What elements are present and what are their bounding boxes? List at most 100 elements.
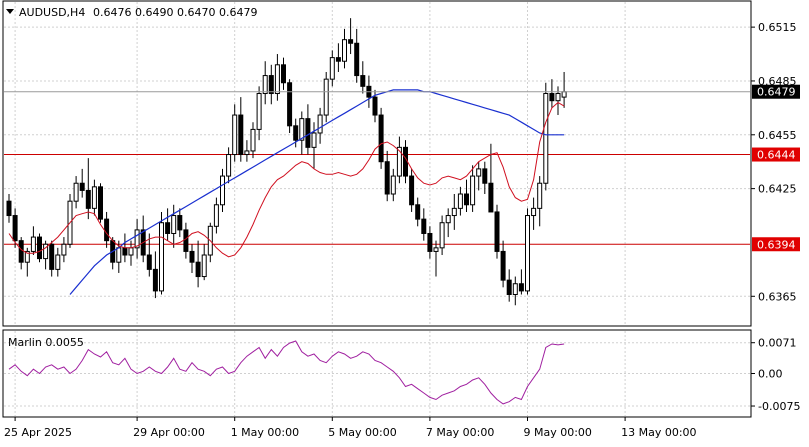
price-tick-label: 0.6425	[758, 183, 797, 196]
bear-candle-body	[378, 114, 384, 163]
candle	[525, 208, 530, 295]
candle	[287, 79, 293, 133]
candle	[378, 107, 384, 169]
ohlc-values: 0.6476 0.6490 0.6470 0.6479	[93, 6, 257, 19]
bear-candle-body	[549, 93, 555, 102]
bull-candle-body	[433, 247, 439, 252]
bull-candle-body	[226, 154, 232, 177]
bear-candle-body	[189, 250, 195, 263]
bear-candle-body	[122, 247, 128, 256]
time-tick-label: 7 May 00:00	[426, 426, 494, 439]
bear-candle-body	[152, 268, 158, 292]
bull-candle-body	[457, 193, 463, 209]
bear-candle-body	[335, 57, 341, 62]
bear-candle-body	[488, 182, 494, 213]
bear-candle-body	[287, 82, 293, 127]
chart-background	[0, 0, 809, 443]
bull-candle-body	[470, 175, 476, 206]
bull-candle-body	[561, 91, 567, 98]
bull-candle-body	[55, 254, 61, 270]
level-price-label: 0.6444	[757, 149, 796, 162]
level-price-label: 0.6394	[757, 238, 796, 251]
bull-candle-body	[232, 114, 238, 156]
bear-candle-body	[305, 118, 311, 148]
bear-candle-body	[165, 222, 171, 234]
bear-candle-body	[464, 193, 469, 206]
bear-candle-body	[348, 39, 354, 44]
bear-candle-body	[384, 161, 390, 195]
bull-candle-body	[91, 186, 97, 209]
bull-candle-body	[537, 182, 543, 209]
bull-candle-body	[116, 247, 122, 263]
chart-canvas: 0.64440.6394 0.65150.64850.64550.64250.6…	[0, 0, 809, 443]
bull-candle-body	[476, 168, 482, 177]
indicator-tick-label: 0.00	[758, 368, 783, 381]
bear-candle-body	[146, 254, 152, 270]
bear-candle-body	[409, 175, 415, 206]
bear-candle-body	[421, 218, 427, 234]
symbol-label: AUDUSD,H4	[19, 6, 85, 19]
bull-candle-body	[531, 207, 537, 217]
current-price-label: 0.6479	[757, 86, 796, 99]
bull-candle-body	[445, 215, 451, 224]
bear-candle-body	[268, 75, 274, 95]
bull-candle-body	[201, 254, 207, 278]
bull-candle-body	[512, 283, 518, 295]
candle	[323, 71, 329, 123]
bear-candle-body	[372, 96, 378, 116]
bear-candle-body	[104, 218, 110, 242]
bull-candle-body	[274, 64, 280, 95]
candle	[98, 183, 103, 223]
bear-candle-body	[500, 250, 506, 281]
bear-candle-body	[238, 114, 244, 156]
price-tick-label: 0.6515	[758, 21, 797, 34]
bear-candle-body	[494, 211, 500, 252]
bull-candle-body	[525, 215, 530, 292]
bear-candle-body	[18, 240, 24, 263]
bear-candle-body	[195, 261, 201, 278]
bull-candle-body	[244, 150, 250, 156]
bull-candle-body	[220, 175, 225, 206]
bull-candle-body	[555, 93, 561, 102]
bull-candle-body	[30, 236, 36, 252]
bull-candle-body	[250, 128, 256, 152]
price-tick-label: 0.6365	[758, 290, 797, 303]
bear-candle-body	[506, 279, 512, 295]
bull-candle-body	[256, 93, 262, 130]
bear-candle-body	[354, 42, 360, 77]
bear-candle-body	[177, 215, 183, 231]
bear-candle-body	[79, 182, 85, 191]
bull-candle-body	[171, 215, 177, 234]
bull-candle-body	[73, 182, 79, 202]
bull-candle-body	[311, 132, 317, 148]
candle	[37, 233, 42, 263]
candle	[494, 204, 500, 259]
bull-candle-body	[61, 243, 67, 256]
bear-candle-body	[427, 232, 433, 252]
bull-candle-body	[329, 57, 335, 80]
bear-candle-body	[360, 75, 366, 87]
bull-candle-body	[213, 204, 219, 227]
bear-candle-body	[12, 215, 18, 242]
bear-candle-body	[98, 186, 103, 220]
indicator-tick-label: -0.0075	[758, 400, 800, 413]
indicator-label: Marlin 0.0055	[8, 336, 84, 349]
bear-candle-body	[281, 64, 286, 84]
time-tick-label: 25 Apr 2025	[4, 426, 72, 439]
bull-candle-body	[543, 93, 549, 184]
bull-candle-body	[262, 75, 268, 95]
candle	[543, 82, 549, 191]
time-tick-label: 29 Apr 00:00	[133, 426, 205, 439]
bear-candle-body	[518, 283, 524, 292]
time-tick-label: 1 May 00:00	[231, 426, 299, 439]
time-tick-label: 5 May 00:00	[328, 426, 396, 439]
time-tick-label: 13 May 00:00	[621, 426, 696, 439]
bear-candle-body	[37, 236, 42, 260]
bull-candle-body	[451, 207, 457, 217]
bull-candle-body	[342, 39, 347, 62]
bull-candle-body	[439, 222, 445, 249]
bull-candle-body	[159, 222, 164, 292]
price-tick-label: 0.6455	[758, 129, 797, 142]
chart-window: 0.6444 0.6394 0.6515 0.6485 0.6455 0.6425 0.6…	[0, 0, 809, 443]
bear-candle-body	[85, 189, 91, 209]
